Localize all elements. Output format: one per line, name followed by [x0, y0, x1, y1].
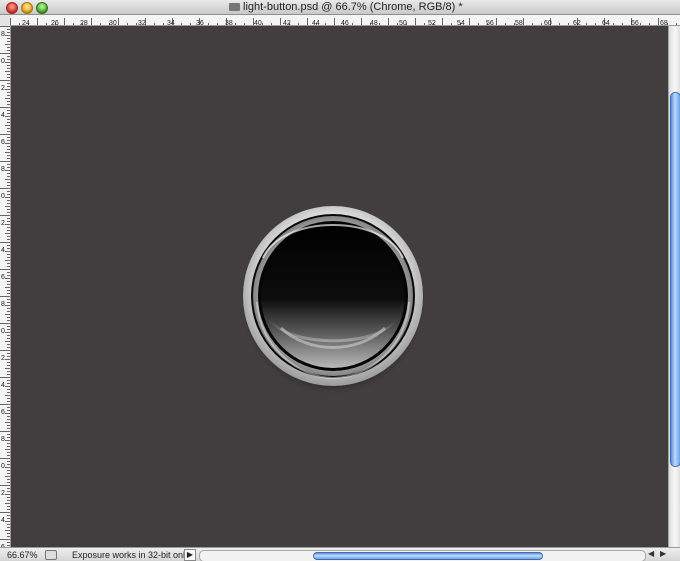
ruler-label: 0: [1, 463, 5, 470]
ruler-label: 4: [1, 247, 5, 254]
ruler-label: 4: [1, 112, 5, 119]
vertical-ruler[interactable]: 80246802468024680246: [0, 26, 11, 547]
ruler-label: 0: [1, 193, 5, 200]
photoshop-document-window: light-button.psd @ 66.7% (Chrome, RGB/8)…: [0, 0, 680, 561]
ruler-label: 0: [1, 58, 5, 65]
document-icon: [229, 3, 240, 11]
ruler-label: 6: [1, 139, 5, 146]
ruler-label: 4: [1, 382, 5, 389]
title-bar[interactable]: light-button.psd @ 66.7% (Chrome, RGB/8)…: [0, 0, 680, 15]
ruler-label: 6: [1, 409, 5, 416]
ruler-label: 8: [1, 436, 5, 443]
window-title: light-button.psd @ 66.7% (Chrome, RGB/8)…: [243, 1, 463, 13]
ruler-label: 2: [1, 85, 5, 92]
vertical-scroll-thumb[interactable]: [670, 92, 680, 467]
zoom-level[interactable]: 66.67%: [7, 550, 38, 560]
scroll-left-arrow-icon[interactable]: ◀: [648, 549, 654, 558]
scroll-right-arrow-icon[interactable]: ▶: [660, 549, 666, 558]
status-info-icon[interactable]: [45, 550, 57, 560]
status-message: Exposure works in 32-bit only: [72, 550, 190, 560]
light-button-artwork: [243, 206, 423, 388]
document-canvas[interactable]: [11, 26, 668, 547]
horizontal-ruler-graphic: 24 26 28 30 32 34 36 38 40 42 44 46 48 50 52 54 56 58 60 62…: [10, 18, 677, 25]
ruler-label: 2: [1, 355, 5, 362]
horizontal-scrollbar[interactable]: [199, 550, 646, 561]
ruler-label: 2: [1, 220, 5, 227]
status-menu-arrow-icon[interactable]: ▶: [184, 549, 196, 561]
zoom-icon[interactable]: [36, 2, 48, 14]
ruler-label: 4: [1, 517, 5, 524]
ruler-label: 6: [1, 274, 5, 281]
ruler-label: 2: [1, 490, 5, 497]
ruler-label: 8: [1, 166, 5, 173]
horizontal-scroll-thumb[interactable]: [313, 552, 543, 560]
ruler-label: 8: [1, 31, 5, 38]
vertical-ruler-graphic: 80246802468024680246: [0, 26, 10, 547]
ruler-label: 8: [1, 301, 5, 308]
horizontal-ruler[interactable]: 24 26 28 30 32 34 36 38 40 42 44 46 48 50 52 54 56 58 60 62…: [10, 15, 680, 26]
vertical-scrollbar[interactable]: [668, 26, 680, 547]
ruler-label: 0: [1, 328, 5, 335]
minimize-icon[interactable]: [21, 2, 33, 14]
status-bar: 66.67% Exposure works in 32-bit only ▶ ◀…: [0, 547, 680, 561]
close-icon[interactable]: [6, 2, 18, 14]
